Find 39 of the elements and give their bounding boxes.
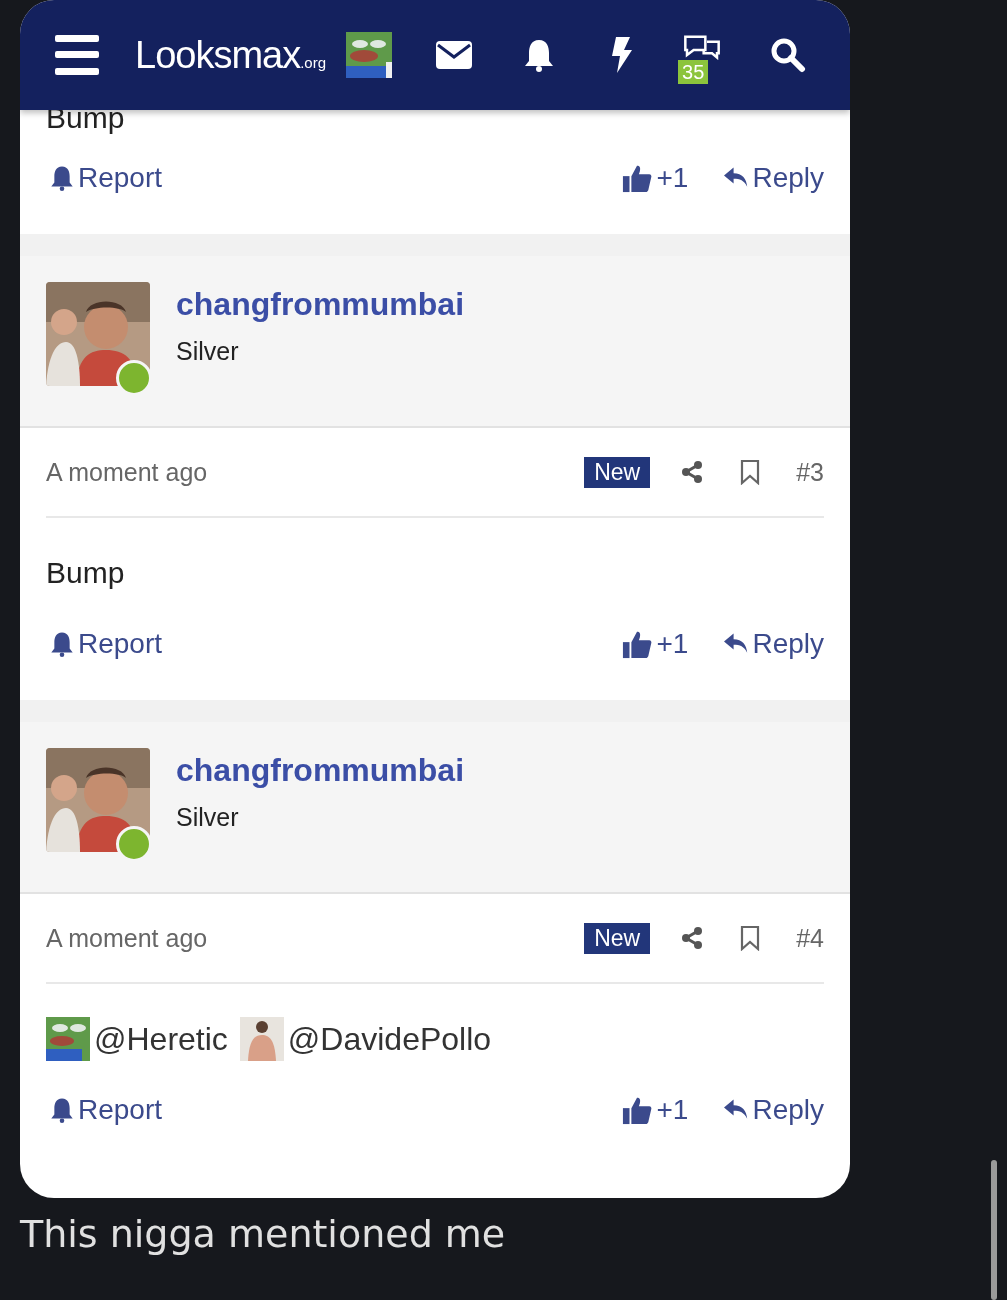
unread-badge: 35 [678, 60, 709, 84]
mention-link[interactable]: @Heretic [94, 1020, 228, 1058]
mail-icon[interactable] [436, 40, 473, 70]
mention-link[interactable]: @DavidePollo [287, 1020, 492, 1058]
caption-text: This nigga mentioned me [20, 1212, 507, 1256]
post-number-link[interactable]: #4 [796, 923, 824, 953]
reply-link[interactable]: Reply [724, 1094, 824, 1126]
share-icon[interactable] [680, 925, 705, 951]
report-link[interactable]: Report [50, 162, 163, 194]
menu-icon[interactable] [55, 35, 99, 75]
search-icon[interactable] [770, 37, 807, 73]
username-link[interactable]: changfrommumbai [176, 286, 465, 323]
like-button[interactable]: +1 [622, 162, 689, 194]
thumbs-up-icon [622, 163, 653, 193]
thumbs-up-icon [622, 629, 653, 659]
site-logo[interactable]: Looksmax.org [135, 33, 327, 77]
new-label: New [584, 922, 651, 954]
bell-icon[interactable] [524, 38, 555, 72]
share-icon[interactable] [680, 459, 705, 485]
reply-link[interactable]: Reply [724, 162, 824, 194]
reply-link[interactable]: Reply [724, 628, 824, 660]
post-number-link[interactable]: #3 [796, 457, 824, 487]
new-label: New [584, 456, 651, 488]
post-time: A moment ago [46, 923, 208, 953]
bell-icon [50, 165, 74, 191]
lightning-icon[interactable] [610, 37, 635, 73]
user-rank: Silver [176, 337, 240, 366]
user-rank: Silver [176, 803, 240, 832]
post-text: Bump [46, 556, 125, 590]
report-link[interactable]: Report [50, 628, 163, 660]
report-link[interactable]: Report [50, 1094, 163, 1126]
thumbs-up-icon [622, 1095, 653, 1125]
bell-icon [50, 631, 74, 657]
post-time: A moment ago [46, 457, 208, 487]
like-button[interactable]: +1 [622, 628, 689, 660]
username-link[interactable]: changfrommumbai [176, 752, 465, 789]
like-button[interactable]: +1 [622, 1094, 689, 1126]
bell-icon [50, 1097, 74, 1123]
post-text: Bump [46, 101, 125, 135]
